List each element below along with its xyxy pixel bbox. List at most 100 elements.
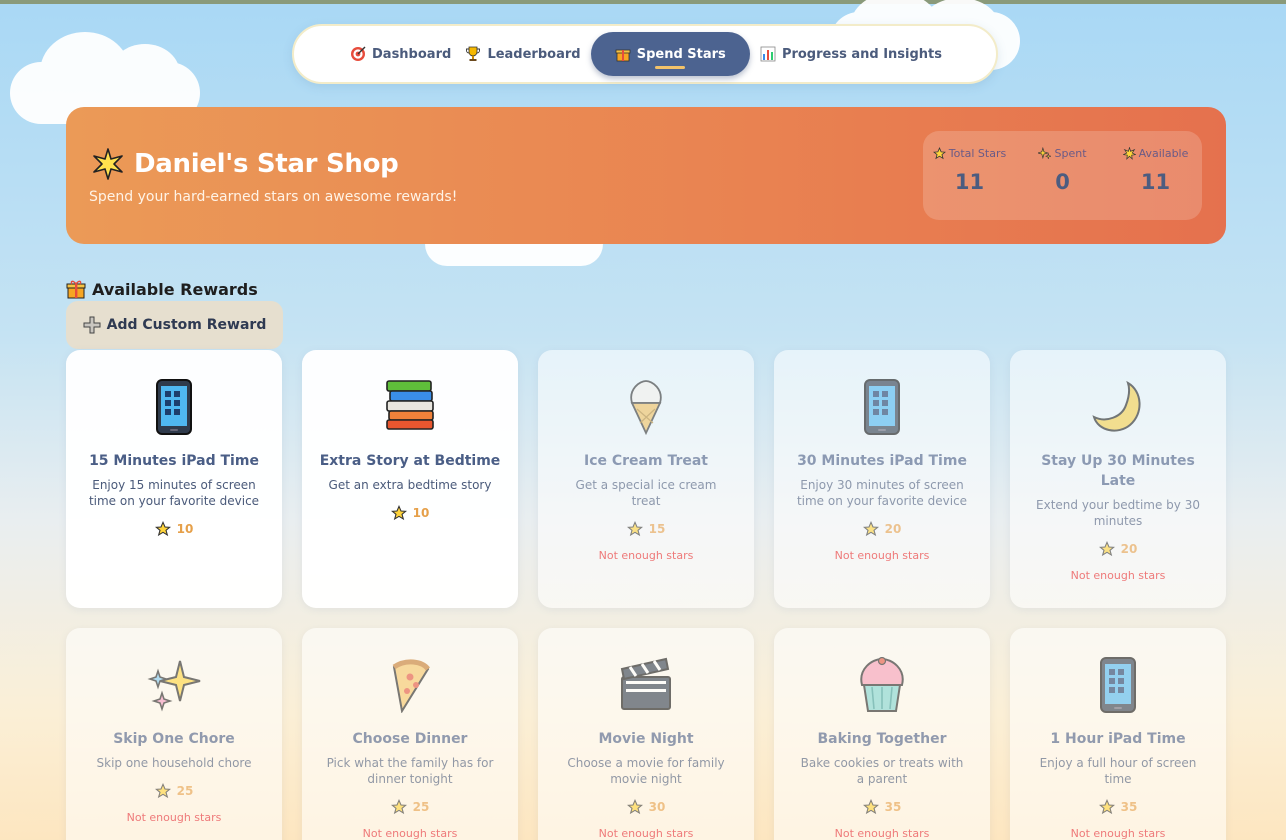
reward-description: Get a special ice cream treat <box>575 478 717 508</box>
target-icon <box>351 46 366 61</box>
not-enough-stars-warning: Not enough stars <box>126 811 222 824</box>
stat-label: Available <box>1138 147 1189 160</box>
tablet-icon <box>1100 657 1136 713</box>
not-enough-stars-warning: Not enough stars <box>834 827 930 840</box>
reward-title: Movie Night <box>598 731 694 747</box>
reward-title: Baking Together <box>817 731 947 747</box>
star-icon <box>1098 541 1115 557</box>
reward-cost-value: 10 <box>412 506 430 520</box>
reward-cost: 25 <box>66 783 282 799</box>
nav-tab-leaderboard[interactable]: Leaderboard <box>461 32 584 76</box>
reward-card[interactable]: Skip One Chore Skip one household chore … <box>66 628 282 840</box>
reward-card[interactable]: Extra Story at Bedtime Get an extra bedt… <box>302 350 518 608</box>
reward-title: 15 Minutes iPad Time <box>89 453 259 469</box>
star-icon <box>154 783 171 799</box>
reward-description: Skip one household chore <box>96 756 252 770</box>
plus-icon <box>83 316 101 334</box>
stat-spent: Spent 0 <box>1020 147 1106 220</box>
reward-cost-value: 10 <box>176 522 194 536</box>
not-enough-stars-warning: Not enough stars <box>362 827 458 840</box>
stat-value: 0 <box>1055 170 1070 194</box>
not-enough-stars-warning: Not enough stars <box>598 827 694 840</box>
stat-label: Spent <box>1054 147 1087 160</box>
reward-cost-value: 25 <box>412 800 430 814</box>
reward-cost-value: 15 <box>648 522 666 536</box>
reward-card[interactable]: Baking Together Bake cookies or treats w… <box>774 628 990 840</box>
star-icon <box>390 799 407 815</box>
reward-title: Choose Dinner <box>352 731 468 747</box>
reward-description: Enjoy 15 minutes of screen time on your … <box>88 478 260 508</box>
ice-cream-icon <box>630 380 662 435</box>
shop-subtitle: Spend your hard-earned stars on awesome … <box>89 189 458 205</box>
stat-label: Total Stars <box>948 147 1007 160</box>
reward-cost: 35 <box>1010 799 1226 815</box>
reward-card[interactable]: 1 Hour iPad Time Enjoy a full hour of sc… <box>1010 628 1226 840</box>
reward-description: Extend your bedtime by 30 minutes <box>1036 498 1200 528</box>
reward-cost-value: 35 <box>884 800 902 814</box>
star-icon <box>862 521 879 537</box>
reward-card[interactable]: Choose Dinner Pick what the family has f… <box>302 628 518 840</box>
sparkles-icon <box>147 660 201 712</box>
reward-cost-value: 20 <box>884 522 902 536</box>
trophy-icon <box>466 46 481 61</box>
reward-card[interactable]: Ice Cream Treat Get a special ice cream … <box>538 350 754 608</box>
star-icon <box>862 799 879 815</box>
star-stats-panel: Total Stars 11 Spent 0 Available 11 <box>923 131 1202 220</box>
bar-chart-icon <box>760 46 776 62</box>
reward-description: Pick what the family has for dinner toni… <box>326 756 494 786</box>
top-border <box>0 0 1286 4</box>
reward-title: 30 Minutes iPad Time <box>797 453 967 469</box>
nav-tab-spend-stars[interactable]: Spend Stars <box>590 32 750 76</box>
nav-tab-label: Progress and Insights <box>781 46 942 62</box>
shop-header-banner: Daniel's Star Shop Spend your hard-earne… <box>66 107 1226 244</box>
reward-cost: 10 <box>66 521 282 537</box>
reward-card[interactable]: 15 Minutes iPad Time Enjoy 15 minutes of… <box>66 350 282 608</box>
reward-cost: 30 <box>538 799 754 815</box>
cupcake-icon <box>860 657 904 712</box>
reward-card[interactable]: Stay Up 30 Minutes Late Extend your bedt… <box>1010 350 1226 608</box>
tablet-icon <box>864 379 900 435</box>
reward-cost: 35 <box>774 799 990 815</box>
star-icon <box>1098 799 1115 815</box>
reward-description: Bake cookies or treats with a parent <box>800 756 964 786</box>
nav-tab-dashboard[interactable]: Dashboard <box>346 32 455 76</box>
add-custom-reward-label: Add Custom Reward <box>106 317 267 333</box>
stat-value: 11 <box>1140 170 1171 194</box>
nav-tab-progress[interactable]: Progress and Insights <box>756 32 946 76</box>
books-icon <box>386 380 434 430</box>
add-custom-reward-button[interactable]: Add Custom Reward <box>66 301 283 349</box>
reward-title: Ice Cream Treat <box>583 453 708 469</box>
main-nav: Dashboard Leaderboard Spend Stars Progre… <box>292 24 998 84</box>
sparkle-icon <box>1038 147 1052 160</box>
reward-title: 1 Hour iPad Time <box>1050 731 1186 747</box>
star-icon <box>932 147 946 160</box>
star-icon <box>626 521 643 537</box>
shop-title-text: Daniel's Star Shop <box>134 149 399 179</box>
reward-title: Stay Up 30 Minutes Late <box>1041 453 1195 489</box>
reward-title: Skip One Chore <box>113 731 235 747</box>
page-title: Daniel's Star Shop <box>92 148 399 180</box>
burst-icon <box>1122 147 1136 160</box>
reward-cost: 20 <box>774 521 990 537</box>
clapperboard-icon <box>620 657 671 710</box>
gift-icon <box>615 49 631 62</box>
pizza-icon <box>392 659 430 713</box>
reward-cost-value: 30 <box>648 800 666 814</box>
not-enough-stars-warning: Not enough stars <box>1070 569 1166 582</box>
star-icon <box>626 799 643 815</box>
stat-value: 11 <box>954 170 985 194</box>
stat-available: Available 11 <box>1113 147 1199 220</box>
star-icon <box>390 505 407 521</box>
glowing-star-icon <box>93 148 123 180</box>
nav-tab-label: Spend Stars <box>636 46 726 62</box>
rewards-section-title: Available Rewards <box>66 279 258 299</box>
reward-cost: 25 <box>302 799 518 815</box>
reward-cost-value: 20 <box>1120 542 1138 556</box>
reward-card[interactable]: 30 Minutes iPad Time Enjoy 30 minutes of… <box>774 350 990 608</box>
not-enough-stars-warning: Not enough stars <box>1070 827 1166 840</box>
reward-description: Enjoy 30 minutes of screen time on your … <box>796 478 968 508</box>
moon-icon <box>1092 380 1141 432</box>
reward-card[interactable]: Movie Night Choose a movie for family mo… <box>538 628 754 840</box>
gift-icon <box>66 280 86 299</box>
reward-cost-value: 35 <box>1120 800 1138 814</box>
